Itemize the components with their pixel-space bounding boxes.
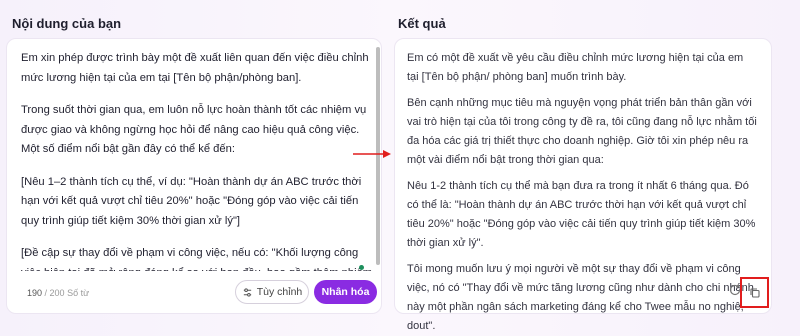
copy-icon: [749, 287, 760, 298]
result-paragraph: Tôi mong muốn lưu ý mọi người về một sự …: [407, 263, 754, 332]
result-section-title: Kết quả: [398, 16, 446, 31]
status-dot-icon: [359, 265, 364, 270]
personalize-button[interactable]: Nhân hóa: [314, 280, 377, 304]
input-paragraph: [Đề cập sự thay đổi về phạm vi công việc…: [21, 247, 372, 271]
input-paragraph: [Nêu 1–2 thành tích cụ thể, ví dụ: "Hoàn…: [21, 175, 362, 227]
result-paragraph: Em có một đề xuất về yêu cầu điều chỉnh …: [407, 52, 744, 83]
copy-button[interactable]: [740, 277, 769, 308]
sliders-icon: [243, 287, 251, 297]
customize-button[interactable]: Tùy chỉnh: [235, 280, 309, 304]
input-paragraph: Em xin phép được trình bày một đề xuất l…: [21, 52, 369, 84]
result-text: Em có một đề xuất về yêu cầu điều chỉnh …: [407, 49, 757, 336]
input-textarea[interactable]: Em xin phép được trình bày một đề xuất l…: [21, 49, 373, 271]
input-panel: Em xin phép được trình bày một đề xuất l…: [6, 38, 382, 314]
result-panel: Em có một đề xuất về yêu cầu điều chỉnh …: [394, 38, 772, 332]
input-section-title: Nội dung của bạn: [12, 16, 122, 31]
word-count-current: 190: [27, 288, 43, 298]
result-paragraph: Nêu 1-2 thành tích cụ thể mà bạn đưa ra …: [407, 180, 756, 249]
customize-button-label: Tùy chỉnh: [256, 286, 303, 298]
input-paragraph: Trong suốt thời gian qua, em luôn nỗ lực…: [21, 104, 367, 155]
result-paragraph: Bên cạnh những mục tiêu mà nguyện vọng p…: [407, 97, 757, 166]
word-counter: 190 / 200 Số từ: [27, 288, 89, 298]
right-arrow-icon: [353, 150, 391, 158]
word-count-max: / 200 Số từ: [44, 288, 90, 298]
